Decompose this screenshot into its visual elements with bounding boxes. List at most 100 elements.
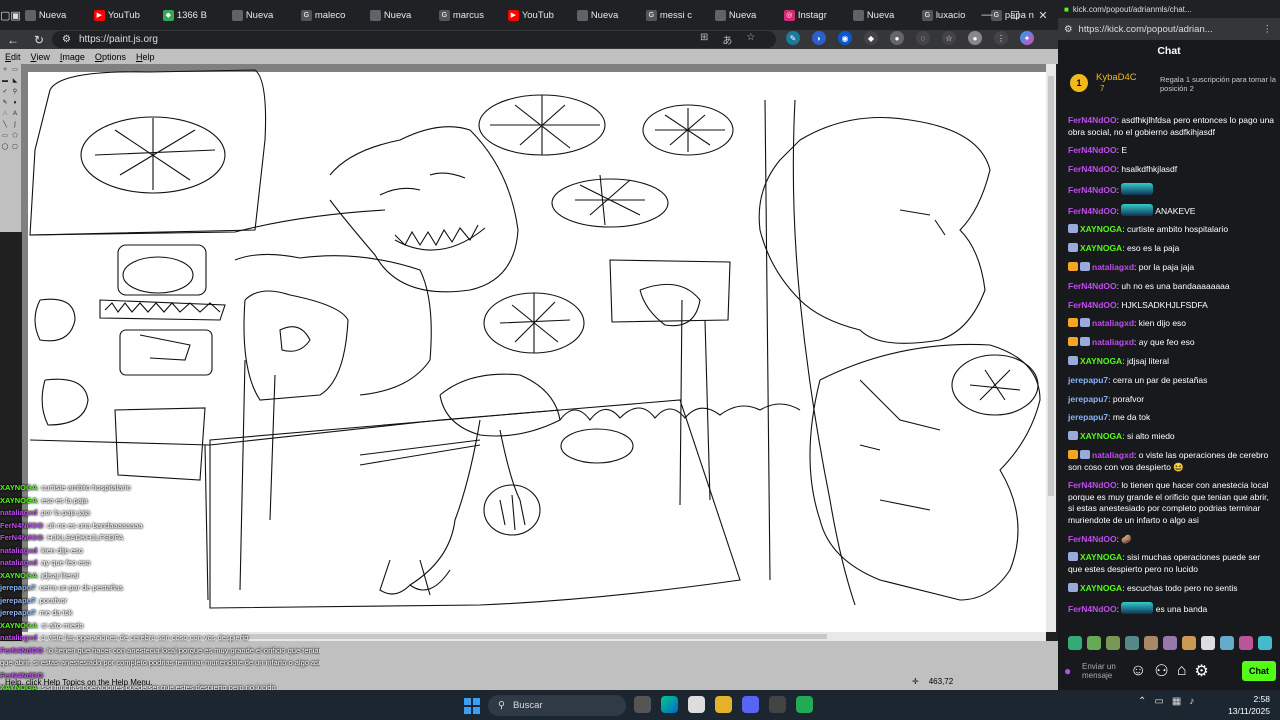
emote-icon[interactable] xyxy=(1258,636,1272,650)
right-url-text[interactable]: https://kick.com/popout/adrian... xyxy=(1079,24,1213,35)
copilot-icon[interactable]: ✦ xyxy=(1020,31,1034,45)
bookmarks-icon[interactable]: ☆ xyxy=(942,31,956,45)
chat-username[interactable]: jerepapu7 xyxy=(1068,394,1108,404)
browser-tab[interactable]: Gmessi c xyxy=(642,0,711,30)
volume-icon[interactable]: ♪ xyxy=(1189,696,1194,707)
chrome-icon[interactable] xyxy=(769,696,786,713)
settings-icon[interactable]: ⚙ xyxy=(1194,661,1208,681)
emote-icon[interactable] xyxy=(1220,636,1234,650)
chat-username[interactable]: XAYNOGA xyxy=(1080,552,1122,562)
chat-username[interactable]: FerN4NdOO xyxy=(1068,206,1117,216)
translate-icon[interactable]: あ xyxy=(722,32,732,47)
emote-icon[interactable] xyxy=(1239,636,1253,650)
vertical-scrollbar[interactable] xyxy=(1046,64,1056,632)
browser-tab[interactable]: ▶ YouTub xyxy=(504,0,573,30)
url-field[interactable]: ⚙ https://paint.js.org xyxy=(52,31,776,48)
chat-username[interactable]: XAYNOGA xyxy=(1080,583,1122,593)
emote-icon[interactable] xyxy=(1125,636,1139,650)
emoji-icon[interactable]: ☺ xyxy=(1130,662,1146,680)
close-window-icon[interactable]: ✕ xyxy=(1028,0,1058,30)
extension-icon[interactable]: ◌ xyxy=(916,31,930,45)
network-icon[interactable]: ▦ xyxy=(1172,696,1181,707)
chat-username[interactable]: nataliagxd xyxy=(1092,337,1134,347)
chat-username[interactable]: FerN4NdOO xyxy=(1068,164,1117,174)
browser-tab[interactable]: ◎ Instagr xyxy=(780,0,849,30)
browser-tab[interactable]: ◆ 1366 B xyxy=(159,0,228,30)
chat-message-input[interactable]: Enviar un mensaje xyxy=(1082,662,1122,680)
emote-icon[interactable] xyxy=(1087,636,1101,650)
menu-dots-icon[interactable]: ⋮ xyxy=(994,31,1008,45)
install-app-icon[interactable]: ⊞ xyxy=(700,32,708,47)
browser-tab[interactable]: Nueva xyxy=(849,0,918,30)
file-explorer-icon[interactable] xyxy=(715,696,732,713)
gift-icon[interactable]: ⌂ xyxy=(1177,662,1187,680)
taskbar-search[interactable]: ⚲ Buscar xyxy=(488,695,626,716)
menu-help[interactable]: Help xyxy=(131,52,160,62)
windows-start-icon[interactable] xyxy=(464,698,480,714)
chat-username[interactable]: XAYNOGA xyxy=(1080,224,1122,234)
chat-username[interactable]: FerN4NdOO xyxy=(1068,604,1117,614)
emote-icon[interactable] xyxy=(1106,636,1120,650)
profile-avatar[interactable]: ● xyxy=(968,31,982,45)
browser-tab[interactable]: Nueva xyxy=(21,0,90,30)
chat-username[interactable]: XAYNOGA xyxy=(1080,243,1122,253)
menu-image[interactable]: Image xyxy=(55,52,90,62)
chat-username[interactable]: jerepapu7 xyxy=(1068,375,1108,385)
browser-tab[interactable]: Gmarcus xyxy=(435,0,504,30)
browser-tab[interactable]: Nueva xyxy=(366,0,435,30)
browser-tab[interactable]: Gmaleco xyxy=(297,0,366,30)
minimize-icon[interactable]: — xyxy=(972,0,1002,30)
extension-icon[interactable]: ◆ xyxy=(864,31,878,45)
tray-app-icon[interactable]: ▭ xyxy=(1154,696,1163,707)
vertical-scroll-thumb[interactable] xyxy=(1048,76,1054,496)
extension-icon[interactable]: ◗ xyxy=(812,31,826,45)
chat-username[interactable]: nataliagxd xyxy=(1092,262,1134,272)
task-view-icon[interactable] xyxy=(634,696,651,713)
right-tab-label[interactable]: kick.com/popout/adrianmls/chat... xyxy=(1073,5,1192,14)
chat-username[interactable]: FerN4NdOO xyxy=(1068,145,1117,155)
chat-username[interactable]: FerN4NdOO xyxy=(1068,534,1117,544)
emote-icon[interactable] xyxy=(1201,636,1215,650)
maximize-icon[interactable]: ☐ xyxy=(1000,0,1030,30)
users-icon[interactable]: ⚇ xyxy=(1154,661,1168,681)
emote-icon[interactable] xyxy=(1163,636,1177,650)
tab-search-icon[interactable]: ▣ xyxy=(10,0,20,30)
edge-icon[interactable] xyxy=(661,696,678,713)
chat-username[interactable]: XAYNOGA xyxy=(1080,431,1122,441)
emote-icon[interactable] xyxy=(1068,636,1082,650)
store-icon[interactable] xyxy=(688,696,705,713)
reload-icon[interactable]: ↻ xyxy=(26,33,52,47)
app-icon[interactable] xyxy=(796,696,813,713)
browser-tab[interactable]: Nueva xyxy=(228,0,297,30)
chat-username[interactable]: FerN4NdOO xyxy=(1068,480,1117,490)
browser-tab[interactable]: ▶ YouTub xyxy=(90,0,159,30)
taskbar-clock[interactable]: 2:58 13/11/2025 xyxy=(1208,693,1270,717)
chat-username[interactable]: FerN4NdOO xyxy=(1068,300,1117,310)
horizontal-scroll-thumb[interactable] xyxy=(242,634,827,639)
site-info-icon[interactable]: ⚙ xyxy=(1064,24,1073,35)
chat-username[interactable]: FerN4NdOO xyxy=(1068,185,1117,195)
menu-options[interactable]: Options xyxy=(90,52,131,62)
site-info-icon[interactable]: ⚙ xyxy=(62,34,71,45)
discord-icon[interactable] xyxy=(742,696,759,713)
tray-chevron-icon[interactable]: ⌃ xyxy=(1138,696,1146,707)
browser-tab[interactable]: Nueva xyxy=(573,0,642,30)
chat-username[interactable]: FerN4NdOO xyxy=(1068,115,1117,125)
chat-send-button[interactable]: Chat xyxy=(1242,661,1276,681)
extension-icon[interactable]: ✎ xyxy=(786,31,800,45)
chat-username[interactable]: XAYNOGA xyxy=(1080,356,1122,366)
extension-icon[interactable]: ◉ xyxy=(838,31,852,45)
chat-username[interactable]: nataliagxd xyxy=(1092,450,1134,460)
extension-icon[interactable]: ● xyxy=(890,31,904,45)
bookmark-star-icon[interactable]: ☆ xyxy=(746,32,755,47)
menu-view[interactable]: View xyxy=(26,52,55,62)
emote-icon[interactable] xyxy=(1182,636,1196,650)
chat-username[interactable]: jerepapu7 xyxy=(1068,412,1108,422)
pinned-username[interactable]: KybaD4C xyxy=(1096,72,1137,83)
tab-actions-icon[interactable]: ▢ xyxy=(0,0,10,30)
chat-username[interactable]: FerN4NdOO xyxy=(1068,281,1117,291)
microphone-icon[interactable]: ● xyxy=(1064,664,1074,678)
back-icon[interactable]: ← xyxy=(0,33,26,47)
browser-tab[interactable]: Nueva xyxy=(711,0,780,30)
right-menu-dots-icon[interactable]: ⋮ xyxy=(1263,24,1273,35)
